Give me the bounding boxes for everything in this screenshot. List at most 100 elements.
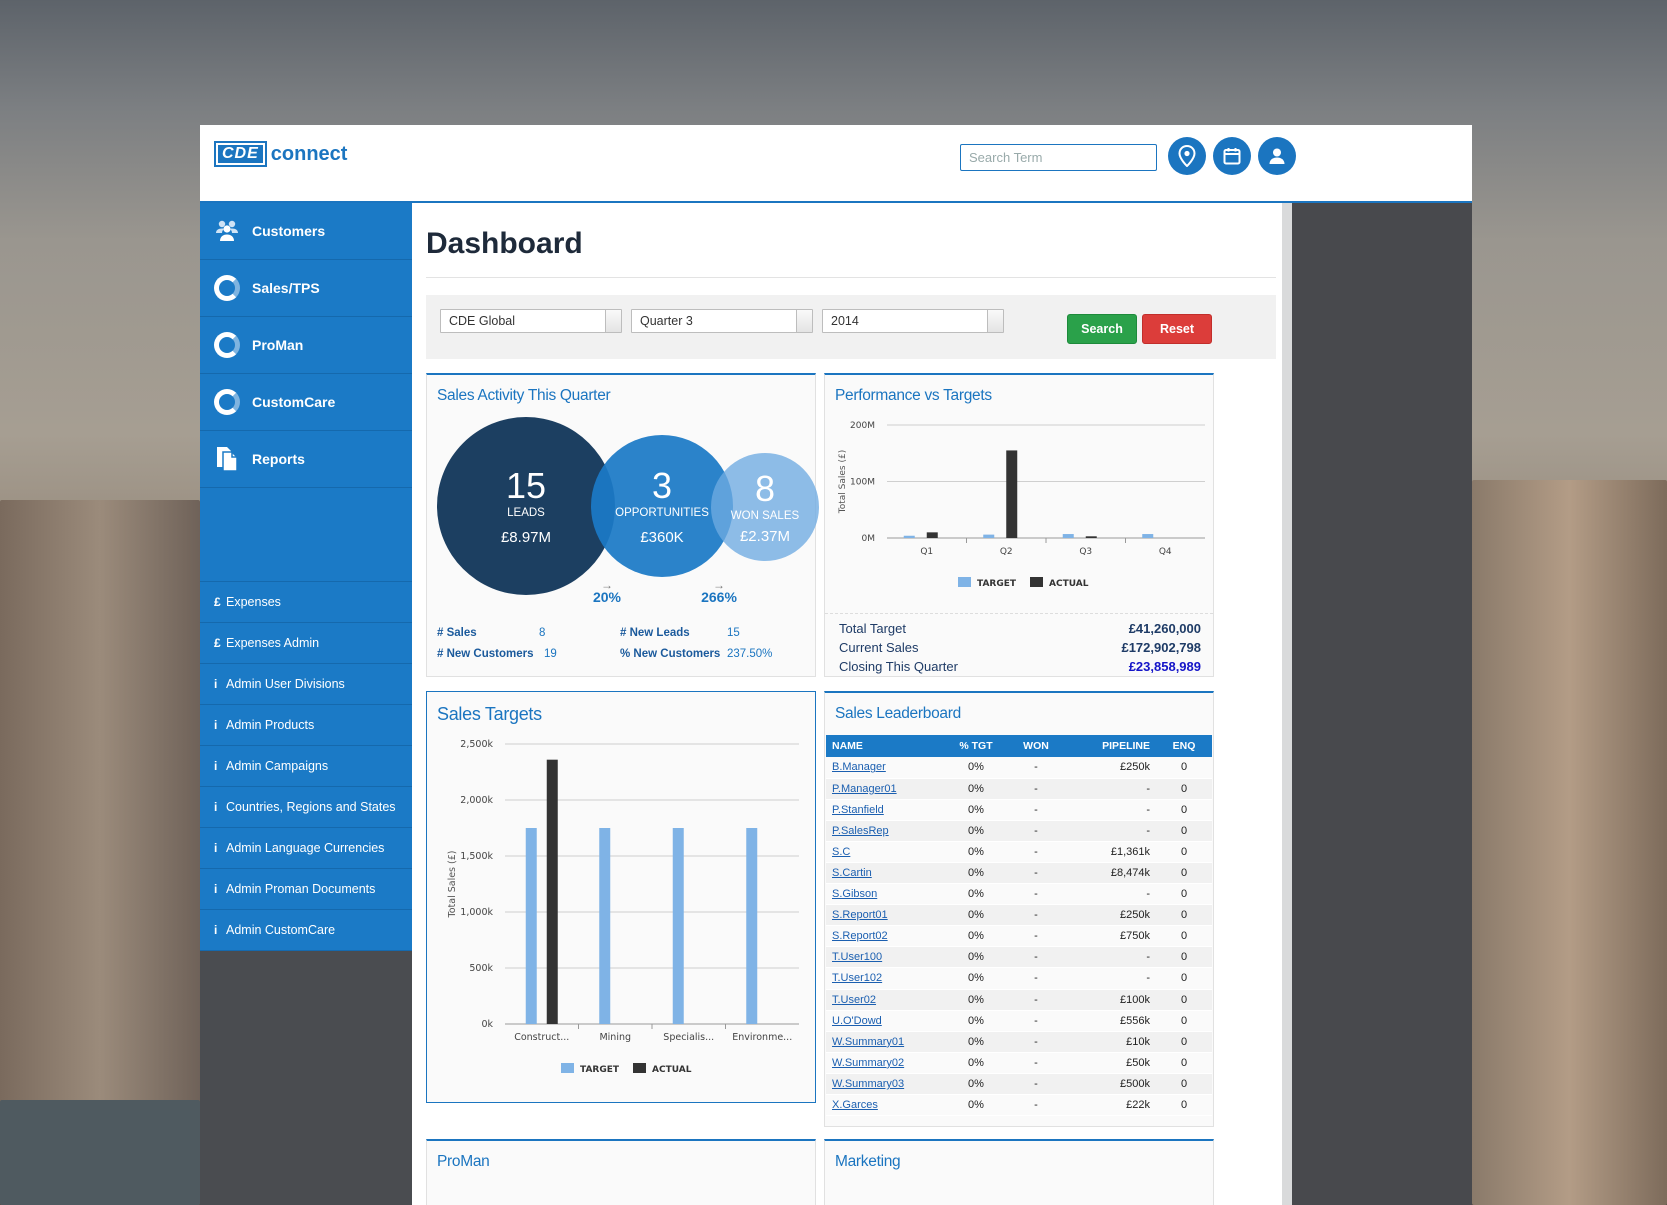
column-header[interactable]: PIPELINE — [1066, 735, 1156, 757]
location-pin-icon[interactable] — [1168, 137, 1206, 175]
sidebar-item-label: Reports — [252, 451, 305, 467]
user-link[interactable]: P.Manager01 — [832, 783, 897, 795]
sidebar-item-reports[interactable]: Reports — [200, 431, 412, 488]
table-cell: 0% — [946, 778, 1006, 800]
column-header[interactable]: NAME — [826, 735, 946, 757]
user-link[interactable]: T.User102 — [832, 972, 882, 984]
user-link[interactable]: S.Report01 — [832, 909, 888, 921]
bar-target — [746, 828, 758, 1024]
table-cell: 0% — [946, 883, 1006, 906]
conversion-opps-won: → 266% — [697, 579, 741, 605]
column-header[interactable]: % TGT — [946, 735, 1006, 757]
leads-bubble[interactable]: 15 LEADS £8.97M — [437, 417, 615, 595]
table-cell: 0% — [946, 820, 1006, 842]
bubble-label: WON SALES — [730, 509, 800, 522]
user-link[interactable]: P.Stanfield — [832, 804, 884, 816]
user-link[interactable]: T.User100 — [832, 951, 882, 963]
sidebar-item-proman[interactable]: ProMan — [200, 317, 412, 374]
sidebar-subitem[interactable]: i Admin User Divisions — [200, 664, 412, 705]
bar-target — [672, 828, 684, 1024]
sidebar-subitem[interactable]: £ Expenses Admin — [200, 623, 412, 664]
search-button[interactable]: Search — [1067, 314, 1137, 344]
table-cell: - — [1006, 1031, 1066, 1053]
panel-title: Sales Leaderboard — [835, 705, 961, 722]
sidebar-item-customers[interactable]: Customers — [200, 203, 412, 260]
user-link[interactable]: W.Summary02 — [832, 1057, 904, 1069]
user-link[interactable]: S.C — [832, 846, 850, 858]
y-tick-label: 2,500k — [460, 739, 493, 750]
user-link[interactable]: B.Manager — [832, 761, 886, 773]
sidebar-subitem-label: Admin Language Currencies — [226, 841, 385, 855]
top-bar: CDE connect — [200, 125, 1472, 203]
sidebar-spacer — [200, 488, 412, 582]
user-link[interactable]: S.Report02 — [832, 930, 888, 942]
sidebar-subitem[interactable]: i Admin Campaigns — [200, 746, 412, 787]
sidebar-subitem[interactable]: i Countries, Regions and States — [200, 787, 412, 828]
title-divider — [426, 277, 1276, 278]
column-header[interactable]: ENQ — [1156, 735, 1212, 757]
logo[interactable]: CDE connect — [214, 141, 347, 167]
sidebar-subitem[interactable]: i Admin Language Currencies — [200, 828, 412, 869]
bubble-number: 3 — [651, 464, 673, 506]
user-icon[interactable] — [1258, 137, 1296, 175]
table-cell: 0% — [946, 1010, 1006, 1032]
search-input[interactable] — [960, 144, 1157, 171]
company-select-value: CDE Global — [449, 314, 515, 328]
user-link[interactable]: S.Cartin — [832, 867, 872, 879]
user-link[interactable]: U.O'Dowd — [832, 1015, 882, 1027]
reset-button[interactable]: Reset — [1142, 314, 1212, 344]
stat-pct-new-customers: % New Customers 237.50% — [620, 648, 772, 660]
summary-row: Current Sales £172,902,798 — [839, 640, 1201, 655]
bar-target — [903, 535, 915, 538]
table-cell: 0 — [1156, 862, 1212, 885]
table-cell: 0% — [946, 799, 1006, 821]
chevron-down-icon — [987, 310, 1003, 332]
user-link[interactable]: W.Summary01 — [832, 1036, 904, 1048]
company-select[interactable]: CDE Global — [440, 309, 622, 333]
quarter-select[interactable]: Quarter 3 — [631, 309, 813, 333]
sidebar-subitem[interactable]: i Admin Products — [200, 705, 412, 746]
calendar-icon[interactable] — [1213, 137, 1251, 175]
leaderboard-panel: Sales Leaderboard NAME % TGT WON PIPELIN… — [824, 691, 1214, 1127]
won-sales-bubble[interactable]: 8 WON SALES £2.37M — [711, 453, 819, 561]
table-cell: T.User100 — [826, 946, 946, 969]
table-cell: - — [1006, 1073, 1066, 1096]
stat-value: 15 — [727, 627, 740, 639]
table-row: S.Report01 0% - £250k 0 — [826, 904, 1212, 927]
column-header[interactable]: WON — [1006, 735, 1066, 757]
table-cell: 0 — [1156, 967, 1212, 990]
table-cell: S.Report02 — [826, 925, 946, 948]
sidebar-subitem[interactable]: i Admin CustomCare — [200, 910, 412, 951]
sidebar-subitem[interactable]: £ Expenses — [200, 582, 412, 623]
app-window: CDE connect Customers Sales/TPS — [200, 125, 1472, 1205]
table-cell: T.User02 — [826, 989, 946, 1011]
user-link[interactable]: P.SalesRep — [832, 825, 889, 837]
table-cell: 0% — [946, 862, 1006, 885]
stat-value: 8 — [539, 627, 546, 639]
user-link[interactable]: W.Summary03 — [832, 1078, 904, 1090]
conversion-leads-opps: → 20% — [587, 579, 627, 605]
page-title: Dashboard — [426, 227, 583, 260]
y-tick-label: 2,000k — [460, 795, 493, 806]
sidebar-subitem-label: Admin CustomCare — [226, 923, 336, 937]
sidebar-subitem-label: Countries, Regions and States — [226, 800, 396, 814]
table-cell: 0% — [946, 757, 1006, 779]
x-tick-label: Q1 — [920, 547, 933, 557]
table-cell: 0 — [1156, 883, 1212, 906]
user-link[interactable]: X.Garces — [832, 1099, 878, 1111]
sales-targets-panel: Sales Targets 0k 500k 1,000k 1,500k 2,000k 2,… — [426, 691, 816, 1103]
table-row: T.User102 0% - -0 — [826, 967, 1212, 990]
sidebar-item-customcare[interactable]: CustomCare — [200, 374, 412, 431]
sidebar-item-sales-tps[interactable]: Sales/TPS — [200, 260, 412, 317]
quarter-select-value: Quarter 3 — [640, 314, 693, 328]
legend-swatch — [1030, 577, 1043, 587]
sidebar-subitem[interactable]: i Admin Proman Documents — [200, 869, 412, 910]
bubble-value: £8.97M — [500, 528, 552, 546]
year-select[interactable]: 2014 — [822, 309, 1004, 333]
table-cell: 0% — [946, 1094, 1006, 1117]
sidebar-subitem-label: Expenses Admin — [226, 636, 320, 650]
user-link[interactable]: S.Gibson — [832, 888, 877, 900]
user-link[interactable]: T.User02 — [832, 994, 876, 1006]
table-cell: - — [1066, 883, 1156, 906]
bubble-label: LEADS — [507, 506, 545, 519]
